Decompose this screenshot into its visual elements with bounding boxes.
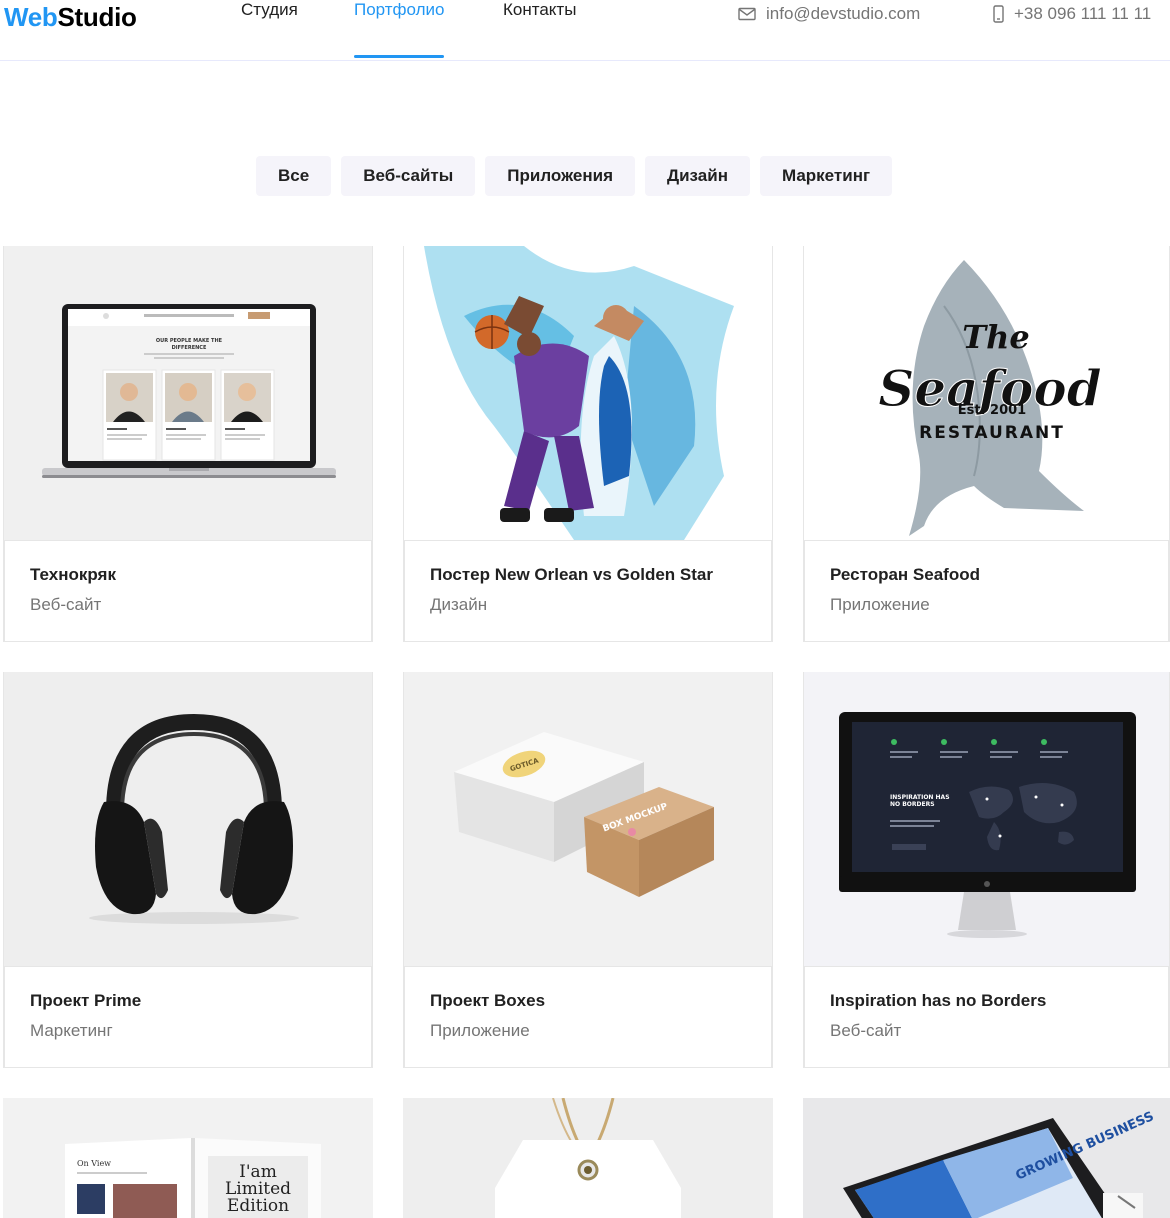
card-image-laptop-business: GROWING BUSINESS [803, 1098, 1170, 1218]
card-image-seafood-logo: The Seafood Est. 2001 RESTAURANT [804, 246, 1169, 540]
mail-icon [738, 7, 756, 21]
phone-text: +38 096 111 11 11 [1014, 4, 1152, 23]
card-image-imac: INSPIRATION HAS NO BORDERS [804, 672, 1169, 966]
nav-contacts[interactable]: Контакты [503, 0, 576, 57]
portfolio-card[interactable]: The Seafood Est. 2001 RESTAURANT Рестора… [803, 246, 1170, 642]
portfolio-card[interactable]: GOTICA BOX MOCKUP Проект Boxes Приложени… [403, 672, 773, 1068]
logo-part-studio: Studio [57, 2, 137, 32]
card-title: Технокряк [30, 565, 116, 584]
card-body: Проект Boxes Приложение [404, 966, 772, 1068]
magazine-right-text: I'am Limited Edition [224, 1164, 292, 1216]
card-body: Постер New Orlean vs Golden Star Дизайн [404, 540, 772, 642]
card-title: Inspiration has no Borders [830, 991, 1047, 1010]
site-header: WebStudio Студия Портфолио Контакты info… [0, 0, 1170, 61]
card-title: Проект Boxes [430, 991, 546, 1010]
filter-all[interactable]: Все [256, 156, 332, 196]
card-title: Постер New Orlean vs Golden Star [430, 565, 713, 584]
portfolio-card[interactable]: INSPIRATION HAS NO BORDERS Inspiration h… [803, 672, 1170, 1068]
card-category: Приложение [830, 595, 930, 614]
card-category: Приложение [430, 1021, 530, 1040]
card-image-magazine: On View I'am Limited Edition [3, 1098, 373, 1218]
seafood-the-text: The [962, 318, 1029, 356]
card-image-basketball-poster [404, 246, 772, 540]
card-title: Ресторан Seafood [830, 565, 980, 584]
filter-apps[interactable]: Приложения [485, 156, 635, 196]
card-body: Технокряк Веб-сайт [4, 540, 372, 642]
svg-text:DIFFERENCE: DIFFERENCE [172, 345, 207, 351]
filter-design[interactable]: Дизайн [645, 156, 750, 196]
phone-icon [993, 5, 1004, 23]
nav-portfolio[interactable]: Портфолио [354, 0, 445, 58]
nav-studio[interactable]: Студия [241, 0, 298, 57]
svg-text:OUR PEOPLE MAKE THE: OUR PEOPLE MAKE THE [156, 338, 223, 344]
filter-bar: Все Веб-сайты Приложения Дизайн Маркетин… [256, 156, 893, 196]
portfolio-card[interactable]: Проект Prime Маркетинг [3, 672, 373, 1068]
card-body: Проект Prime Маркетинг [4, 966, 372, 1068]
card-category: Веб-сайт [30, 595, 102, 614]
card-body: Inspiration has no Borders Веб-сайт [804, 966, 1169, 1068]
portfolio-card[interactable]: GROWING BUSINESS [803, 1098, 1170, 1218]
card-image-headphones [4, 672, 372, 966]
card-category: Дизайн [430, 595, 488, 614]
portfolio-card[interactable]: Постер New Orlean vs Golden Star Дизайн [403, 246, 773, 642]
filter-marketing[interactable]: Маркетинг [759, 156, 893, 196]
portfolio-card[interactable] [403, 1098, 773, 1218]
filter-websites[interactable]: Веб-сайты [341, 156, 476, 196]
phone-link[interactable]: +38 096 111 11 11 [993, 4, 1151, 24]
seafood-restaurant-text: RESTAURANT [919, 423, 1065, 443]
logo[interactable]: WebStudio [4, 2, 137, 33]
logo-part-web: Web [4, 2, 58, 32]
monitor-heading-text: INSPIRATION HAS NO BORDERS [890, 794, 950, 808]
portfolio-card[interactable]: On View I'am Limited Edition [3, 1098, 373, 1218]
card-category: Веб-сайт [830, 1021, 902, 1040]
card-body: Ресторан Seafood Приложение [804, 540, 1169, 642]
portfolio-card[interactable]: OUR PEOPLE MAKE THE DIFFERENCE Технокряк… [3, 246, 373, 642]
seafood-est-text: Est. 2001 [958, 403, 1026, 418]
card-title: Проект Prime [30, 991, 142, 1010]
magazine-left-text: On View [77, 1159, 111, 1168]
card-category: Маркетинг [30, 1021, 113, 1040]
card-image-laptop: OUR PEOPLE MAKE THE DIFFERENCE [4, 246, 372, 540]
email-link[interactable]: info@devstudio.com [738, 4, 920, 24]
card-image-boxes: GOTICA BOX MOCKUP [404, 672, 772, 966]
card-image-tag [403, 1098, 773, 1218]
email-text: info@devstudio.com [766, 4, 921, 23]
